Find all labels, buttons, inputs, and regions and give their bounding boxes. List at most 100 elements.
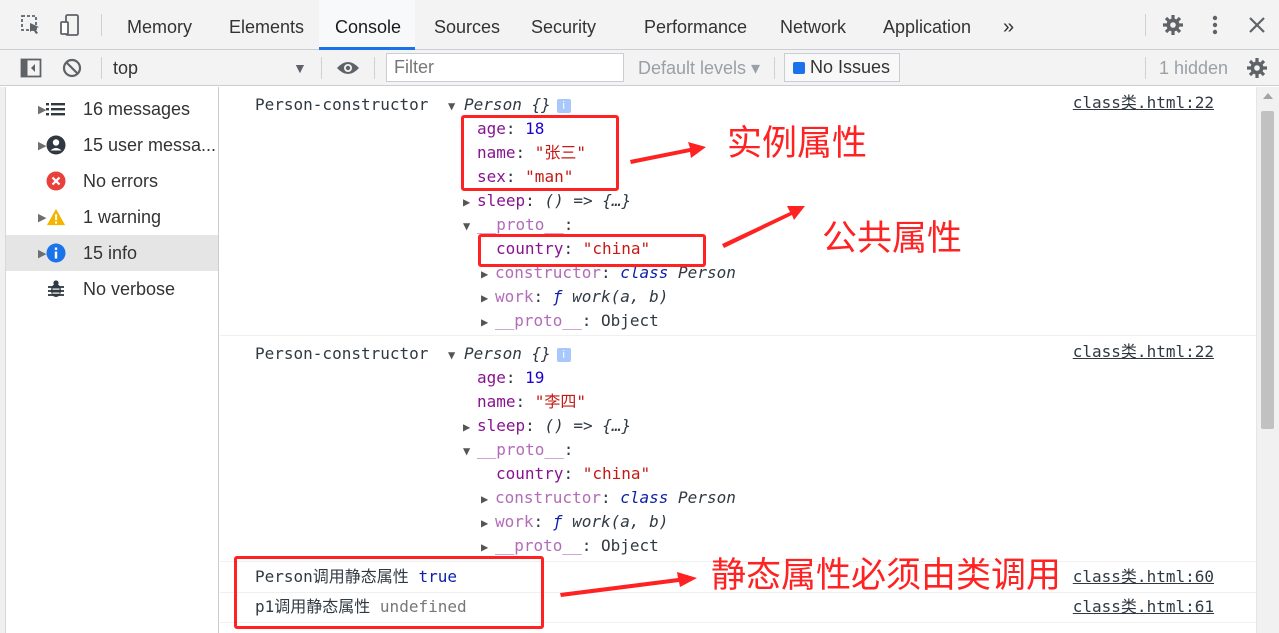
close-icon[interactable] — [1244, 12, 1270, 38]
source-link[interactable]: class类.html:61 — [1073, 596, 1214, 618]
devtools-tabbar: Memory Elements Console Sources Security… — [0, 0, 1279, 50]
property-row[interactable]: ▶ work: ƒ work(a, b) — [481, 286, 668, 308]
scrollbar-thumb[interactable] — [1261, 111, 1274, 429]
sidebar-item-verbose[interactable]: No verbose — [6, 271, 218, 307]
list-icon — [46, 99, 66, 119]
tab-console[interactable]: Console — [319, 0, 415, 50]
issues-button[interactable]: No Issues — [784, 53, 900, 82]
show-sidebar-icon[interactable] — [18, 55, 44, 81]
user-icon — [46, 135, 66, 155]
prop-value: () => {…} — [544, 416, 632, 435]
expand-arrow-icon[interactable]: ▶ — [20, 139, 46, 152]
property-row[interactable]: ▶ __proto__: Object — [481, 310, 659, 332]
sidebar-item-warnings[interactable]: ▶ 1 warning — [6, 199, 218, 235]
prop-value: () => {…} — [544, 191, 632, 210]
collapse-arrow-icon[interactable]: ▼ — [448, 344, 464, 366]
expand-arrow-icon[interactable]: ▶ — [463, 191, 477, 213]
settings-gear-icon[interactable] — [1160, 12, 1186, 38]
sidebar-item-label: 1 warning — [83, 206, 162, 227]
context-selector[interactable]: top — [113, 50, 138, 86]
collapse-arrow-icon[interactable]: ▼ — [463, 440, 477, 462]
console-scrollbar[interactable] — [1256, 87, 1279, 633]
console-settings-gear-icon[interactable] — [1244, 55, 1270, 81]
context-dropdown-icon[interactable]: ▼ — [293, 50, 307, 86]
prop-value: 19 — [525, 368, 545, 387]
property-row: country: "china" — [496, 464, 651, 483]
expand-arrow-icon[interactable]: ▶ — [481, 536, 495, 558]
property-row[interactable]: ▶ constructor: class Person — [481, 487, 736, 509]
sidebar-item-label: 15 info — [83, 242, 138, 263]
collapse-arrow-icon[interactable]: ▼ — [448, 95, 464, 117]
message-divider — [220, 335, 1256, 336]
expand-arrow-icon[interactable]: ▶ — [481, 512, 495, 534]
sidebar-item-messages[interactable]: ▶ 16 messages — [6, 91, 218, 127]
source-link[interactable]: class类.html:22 — [1073, 92, 1214, 114]
expand-arrow-icon[interactable]: ▶ — [20, 211, 46, 224]
source-link[interactable]: class类.html:60 — [1073, 566, 1214, 588]
sidebar-item-label: 15 user messa... — [83, 134, 217, 155]
object-info-icon[interactable]: i — [556, 348, 571, 362]
property-row[interactable]: ▶ work: ƒ work(a, b) — [481, 511, 668, 533]
prop-key: __proto__ — [495, 311, 582, 330]
inspect-element-icon[interactable] — [18, 12, 44, 38]
annotation-box-public — [478, 234, 706, 267]
object-preview[interactable]: Person {} — [464, 344, 551, 363]
prop-value: ƒ — [552, 512, 563, 531]
divider — [321, 57, 322, 79]
expand-arrow-icon[interactable]: ▶ — [463, 416, 477, 438]
tab-application[interactable]: Application — [873, 0, 981, 50]
property-row: age: 19 — [477, 368, 545, 387]
more-options-icon[interactable] — [1202, 12, 1228, 38]
error-icon — [46, 171, 66, 191]
divider — [101, 57, 102, 79]
property-row[interactable]: ▼ __proto__: — [463, 214, 573, 236]
source-link[interactable]: class类.html:22 — [1073, 341, 1214, 363]
tab-memory[interactable]: Memory — [117, 0, 202, 50]
live-expression-eye-icon[interactable] — [335, 55, 361, 81]
panel-edge — [0, 87, 6, 633]
sidebar-item-label: No errors — [83, 170, 159, 191]
annotation-static-properties: 静态属性必须由类调用 — [711, 556, 1062, 596]
issues-label: No Issues — [810, 57, 891, 77]
sidebar-item-info[interactable]: ▶ 15 info — [6, 235, 218, 271]
filter-input[interactable]: Filter — [386, 53, 624, 82]
expand-arrow-icon[interactable]: ▶ — [481, 287, 495, 309]
sidebar-item-errors[interactable]: No errors — [6, 163, 218, 199]
object-info-icon[interactable]: i — [556, 99, 571, 113]
more-tabs-button[interactable]: » — [993, 0, 1024, 50]
annotation-box-static — [234, 556, 544, 629]
expand-arrow-icon[interactable]: ▶ — [481, 488, 495, 510]
annotation-instance-properties: 实例属性 — [727, 124, 868, 164]
expand-arrow-icon[interactable]: ▶ — [481, 311, 495, 333]
tab-performance[interactable]: Performance — [634, 0, 757, 50]
object-preview[interactable]: Person {} — [464, 95, 551, 114]
expand-arrow-icon[interactable]: ▶ — [20, 103, 46, 116]
sidebar-item-label: 16 messages — [83, 98, 191, 119]
property-row[interactable]: ▶ sleep: () => {…} — [463, 190, 631, 212]
scroll-up-arrow-icon[interactable] — [1263, 93, 1273, 99]
log-prefix: Person-constructor — [255, 344, 429, 363]
property-row[interactable]: ▶ sleep: () => {…} — [463, 415, 631, 437]
device-toolbar-icon[interactable] — [57, 12, 83, 38]
tab-network[interactable]: Network — [770, 0, 856, 50]
clear-console-icon[interactable] — [59, 55, 85, 81]
prop-key: sleep — [477, 191, 526, 210]
sidebar-item-user-messages[interactable]: ▶ 15 user messa... — [6, 127, 218, 163]
info-icon — [46, 243, 66, 263]
tab-security[interactable]: Security — [521, 0, 606, 50]
tab-elements[interactable]: Elements — [219, 0, 314, 50]
log-levels-dropdown[interactable]: Default levels ▾ — [638, 50, 760, 86]
bug-icon — [46, 279, 66, 299]
property-row[interactable]: ▼ __proto__: — [463, 439, 573, 461]
expand-arrow-icon[interactable]: ▶ — [20, 247, 46, 260]
property-row[interactable]: ▶ __proto__: Object — [481, 535, 659, 557]
prop-key: __proto__ — [495, 536, 582, 555]
divider — [374, 57, 375, 79]
prop-value: "李四" — [534, 392, 587, 411]
tab-sources[interactable]: Sources — [424, 0, 510, 50]
prop-value: work(a, b) — [572, 287, 669, 306]
console-message: Person-constructor ▼ Person {} i — [255, 343, 571, 365]
log-prefix: Person-constructor — [255, 95, 429, 114]
collapse-arrow-icon[interactable]: ▼ — [463, 215, 477, 237]
prop-key: sleep — [477, 416, 526, 435]
